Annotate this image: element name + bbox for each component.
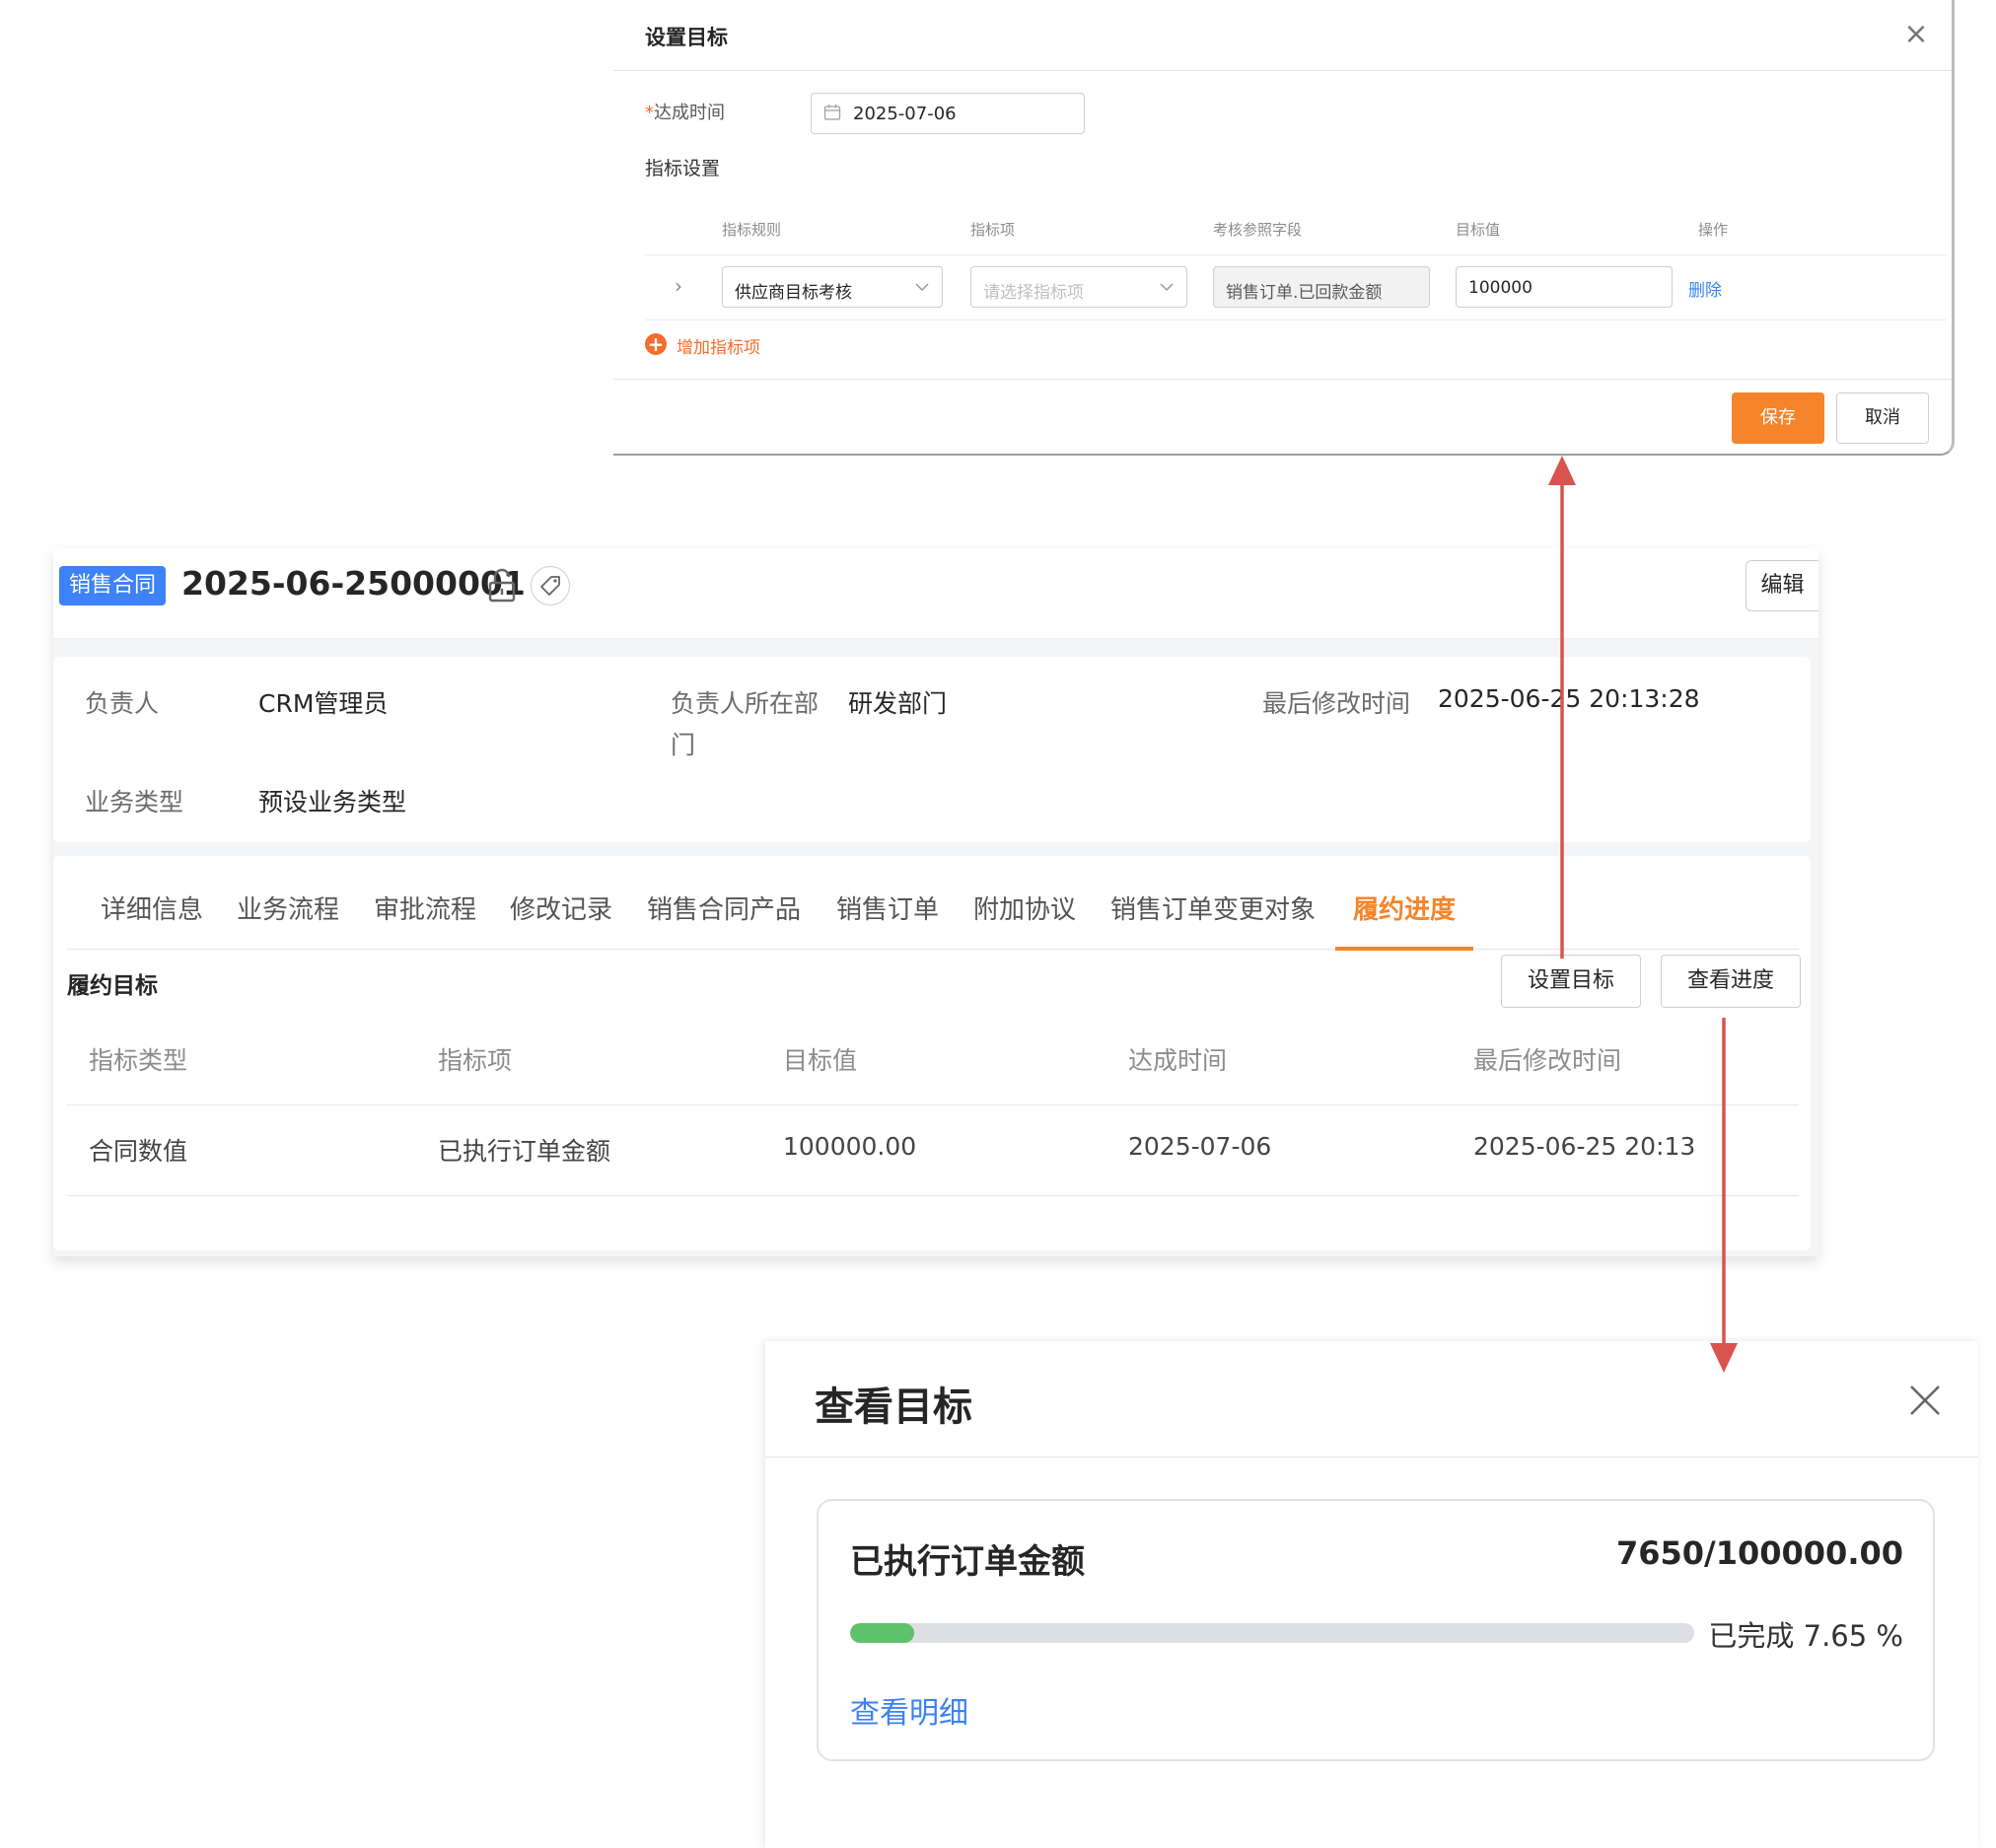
owner-value: CRM管理员 <box>258 689 389 718</box>
dept-label-line2: 门 <box>671 731 696 759</box>
tabs-panel: 详细信息 业务流程 审批流程 修改记录 销售合同产品 销售订单 附加协议 销售订… <box>53 856 1811 1250</box>
table-divider <box>67 1195 1799 1196</box>
required-marker: * <box>645 103 654 123</box>
progress-bar-fill <box>850 1623 915 1643</box>
tab-sales-orders[interactable]: 销售订单 <box>836 889 939 926</box>
progress-bar <box>850 1623 1694 1643</box>
indicator-section-label: 指标设置 <box>645 158 721 179</box>
lock-icon[interactable] <box>485 568 519 604</box>
dept-label: 负责人所在部 门 <box>671 684 819 761</box>
table-cell-target: 100000.00 <box>783 1132 917 1161</box>
save-button[interactable]: 保存 <box>1732 392 1824 444</box>
table-divider <box>67 1104 1799 1105</box>
dialog-header: 查看目标 <box>765 1341 1978 1457</box>
chevron-right-icon[interactable]: › <box>675 274 682 298</box>
tag-icon <box>540 576 560 596</box>
achieve-date-label-text: 达成时间 <box>654 103 725 123</box>
dept-label-line1: 负责人所在部 <box>671 689 820 718</box>
contract-detail-page: 销售合同 2025-06-25000001 编辑 负责人 CRM管理员 负责人所… <box>53 548 1818 1256</box>
biz-type-value: 预设业务类型 <box>258 788 407 817</box>
active-tab-indicator <box>1335 947 1473 951</box>
contract-code: 2025-06-25000001 <box>181 564 526 603</box>
tab-fulfillment-progress[interactable]: 履约进度 <box>1353 889 1456 926</box>
metric-ratio: 7650/100000.00 <box>1615 1534 1903 1572</box>
target-value: 100000 <box>1468 278 1533 298</box>
dialog-title: 查看目标 <box>815 1385 972 1430</box>
table-header-date: 达成时间 <box>1128 1046 1228 1075</box>
view-detail-link[interactable]: 查看明细 <box>850 1688 968 1732</box>
completion-text: 已完成 7.65 % <box>1708 1619 1903 1653</box>
close-icon[interactable] <box>1901 1377 1949 1424</box>
tab-approval-flow[interactable]: 审批流程 <box>374 889 476 926</box>
ref-field-readonly: 销售订单.已回款金额 <box>1213 266 1430 308</box>
target-value-input[interactable]: 100000 <box>1456 266 1673 308</box>
chevron-down-icon <box>1160 283 1174 292</box>
table-header-type: 指标类型 <box>89 1046 188 1075</box>
delete-link[interactable]: 删除 <box>1688 276 1722 301</box>
table-cell-item: 已执行订单金额 <box>438 1137 611 1166</box>
tag-button[interactable] <box>531 566 570 605</box>
col-header-ref-field: 考核参照字段 <box>1213 221 1303 239</box>
tab-addendum[interactable]: 附加协议 <box>973 889 1076 926</box>
achieve-date-label: *达成时间 <box>645 99 725 124</box>
achieve-date-value: 2025-07-06 <box>853 104 957 124</box>
divider <box>613 379 1952 380</box>
item-select[interactable]: 请选择指标项 <box>970 266 1187 308</box>
tab-contract-products[interactable]: 销售合同产品 <box>647 889 801 926</box>
col-header-target: 目标值 <box>1456 221 1501 239</box>
cancel-button[interactable]: 取消 <box>1836 392 1929 444</box>
rule-select-value: 供应商目标考核 <box>735 283 852 303</box>
target-progress-card: 已执行订单金额 7650/100000.00 已完成 7.65 % 查看明细 <box>817 1499 1935 1761</box>
dialog-header: 设置目标 × <box>613 0 1952 71</box>
table-cell-type: 合同数值 <box>89 1137 188 1166</box>
edit-button[interactable]: 编辑 <box>1746 560 1818 611</box>
modified-time-label: 最后修改时间 <box>1262 689 1411 718</box>
chevron-down-icon <box>915 283 929 292</box>
table-cell-date: 2025-07-06 <box>1128 1132 1272 1161</box>
table-header-item: 指标项 <box>438 1046 513 1075</box>
close-icon[interactable]: × <box>1901 20 1931 49</box>
set-target-dialog: 设置目标 × *达成时间 2025-07-06 指标设置 指标规则 指标项 考核… <box>613 0 1955 456</box>
item-select-placeholder: 请选择指标项 <box>983 283 1084 303</box>
table-header-modified: 最后修改时间 <box>1473 1046 1622 1075</box>
view-target-dialog: 查看目标 已执行订单金额 7650/100000.00 已完成 7.65 % 查… <box>765 1341 1978 1848</box>
tab-change-log[interactable]: 修改记录 <box>510 889 612 926</box>
col-header-rule: 指标规则 <box>722 221 782 239</box>
dialog-title: 设置目标 <box>645 26 728 49</box>
col-header-item: 指标项 <box>970 221 1016 239</box>
table-header-target: 目标值 <box>783 1046 858 1075</box>
object-type-badge: 销售合同 <box>59 566 167 605</box>
set-target-button[interactable]: 设置目标 <box>1501 955 1641 1008</box>
info-card: 负责人 CRM管理员 负责人所在部 门 研发部门 最后修改时间 2025-06-… <box>53 657 1811 842</box>
modified-time-value: 2025-06-25 20:13:28 <box>1438 684 1700 713</box>
add-indicator-label: 增加指标项 <box>677 338 760 358</box>
tab-order-change[interactable]: 销售订单变更对象 <box>1110 889 1316 926</box>
detail-header: 销售合同 2025-06-25000001 编辑 <box>53 548 1818 639</box>
view-progress-button[interactable]: 查看进度 <box>1661 955 1801 1008</box>
ref-field-value: 销售订单.已回款金额 <box>1226 283 1383 303</box>
divider <box>645 254 1947 255</box>
achieve-date-input[interactable]: 2025-07-06 <box>811 93 1085 134</box>
arrow-head-up <box>1548 456 1576 485</box>
tab-detail-info[interactable]: 详细信息 <box>101 889 203 926</box>
dept-value: 研发部门 <box>848 689 948 718</box>
section-title: 履约目标 <box>67 973 158 999</box>
metric-name: 已执行订单金额 <box>850 1542 1085 1582</box>
biz-type-label: 业务类型 <box>85 788 184 817</box>
owner-label: 负责人 <box>85 689 160 718</box>
tab-business-flow[interactable]: 业务流程 <box>237 889 339 926</box>
tab-divider <box>67 949 1799 950</box>
table-cell-modified: 2025-06-25 20:13 <box>1473 1132 1696 1161</box>
calendar-icon <box>823 105 841 120</box>
plus-circle-icon: + <box>645 333 667 355</box>
rule-select[interactable]: 供应商目标考核 <box>722 266 943 308</box>
col-header-action: 操作 <box>1698 221 1729 239</box>
